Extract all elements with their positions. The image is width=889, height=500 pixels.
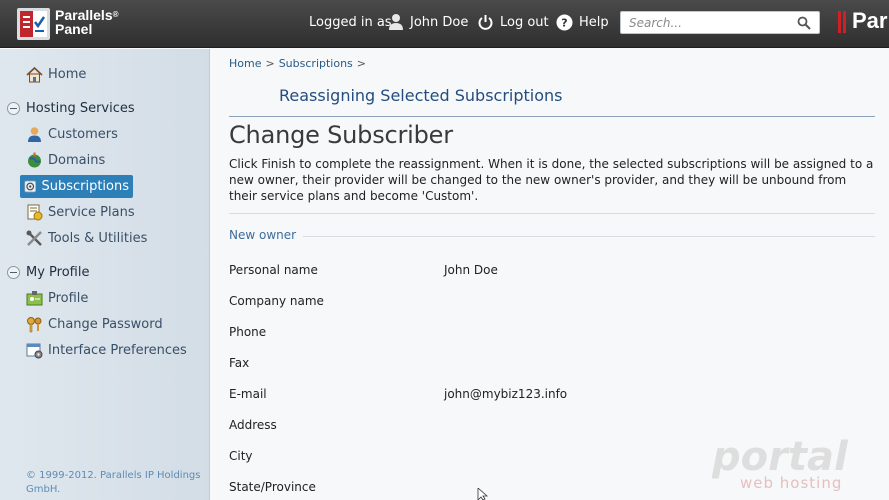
domains-icon [28,152,41,167]
portal-web-hosting-watermark: portal web hosting [712,434,849,492]
logged-in-label: Logged in as [309,15,392,30]
sidebar-item-tools-utilities-label: Tools & Utilities [48,230,148,246]
sidebar-item-customers-label: Customers [48,126,118,142]
breadcrumb-subscriptions-link[interactable]: Subscriptions [279,57,353,70]
collapse-icon[interactable] [7,102,20,115]
sidebar-item-subscriptions[interactable]: Subscriptions [20,175,133,198]
fieldset-divider [303,236,875,237]
section-hosting-services[interactable]: Hosting Services [7,101,135,116]
sidebar-item-service-plans[interactable]: Service Plans [26,201,135,223]
field-value: John Doe [444,263,498,277]
page-title: Change Subscriber [229,121,453,149]
field-label: State/Province [229,480,316,494]
field-label: Address [229,418,277,432]
user-icon [389,14,403,30]
tools-icon [26,230,42,246]
search-box [620,11,820,34]
field-label: City [229,449,253,463]
search-input[interactable] [621,12,791,34]
logout-icon[interactable] [477,14,494,31]
breadcrumb-home-link[interactable]: Home [229,57,261,70]
help-link[interactable]: Help [579,15,609,30]
sidebar-item-domains-label: Domains [48,152,106,168]
help-icon[interactable]: ? [556,14,573,31]
subscriptions-icon [24,180,37,193]
service-plans-icon [27,204,43,220]
top-bar: Parallels® Panel Logged in as John Doe L… [0,0,889,48]
collapse-icon[interactable] [7,266,20,279]
sidebar-item-profile-label: Profile [48,290,89,306]
sidebar-item-tools-utilities[interactable]: Tools & Utilities [26,227,147,249]
sidebar-item-customers[interactable]: Customers [26,123,118,145]
user-name-link[interactable]: John Doe [410,15,468,30]
sidebar-item-interface-preferences[interactable]: Interface Preferences [26,339,187,361]
page-description: Click Finish to complete the reassignmen… [229,157,874,203]
heading-divider [229,116,875,117]
field-label: Personal name [229,263,318,277]
home-icon [26,66,43,82]
field-row-personal-name: Personal name John Doe [229,263,875,283]
parallels-bars-icon [838,11,846,33]
customer-icon [28,126,41,142]
parallels-logo-icon[interactable] [17,8,50,40]
sidebar-item-subscriptions-label: Subscriptions [41,179,129,194]
mouse-cursor-icon [477,488,489,500]
field-row-fax: Fax [229,356,875,376]
logo-line2: Panel [55,21,93,37]
search-icon[interactable] [797,16,811,30]
breadcrumb: Home > Subscriptions > [229,57,370,70]
sidebar-item-domains[interactable]: Domains [26,149,105,171]
section-my-profile[interactable]: My Profile [7,265,89,280]
svg-text:?: ? [561,17,567,30]
field-row-phone: Phone [229,325,875,345]
copyright-text: © 1999-2012. Parallels IP Holdings GmbH. [26,470,201,495]
fieldset-title-new-owner: New owner [229,228,297,242]
parallels-brand-text: Par [852,8,888,33]
logo-text[interactable]: Parallels® Panel [55,8,119,36]
breadcrumb-separator: > [356,57,366,70]
field-label: E-mail [229,387,267,401]
profile-card-icon [26,290,43,305]
field-label: Phone [229,325,267,339]
sidebar-item-home[interactable]: Home [26,63,86,85]
interface-preferences-icon [26,343,43,358]
field-row-company-name: Company name [229,294,875,314]
logo-registered-mark: ® [112,10,119,19]
sidebar-item-service-plans-label: Service Plans [48,204,135,220]
page-heading: Reassigning Selected Subscriptions [279,86,563,105]
sidebar-item-change-password[interactable]: Change Password [26,313,163,335]
section-divider [229,213,875,214]
sidebar-item-change-password-label: Change Password [48,316,163,332]
field-label: Fax [229,356,250,370]
field-value: john@mybiz123.info [444,387,568,401]
section-hosting-services-label: Hosting Services [26,101,135,116]
logout-link[interactable]: Log out [500,15,549,30]
field-label: Company name [229,294,324,308]
sidebar-item-profile[interactable]: Profile [26,287,88,309]
field-row-email: E-mail john@mybiz123.info [229,387,875,407]
svg-text:web hosting: web hosting [740,474,842,492]
section-my-profile-label: My Profile [26,265,90,280]
sidebar-item-interface-preferences-label: Interface Preferences [48,342,187,358]
sidebar-item-home-label: Home [48,66,87,82]
breadcrumb-separator: > [265,57,275,70]
key-icon [27,316,42,332]
